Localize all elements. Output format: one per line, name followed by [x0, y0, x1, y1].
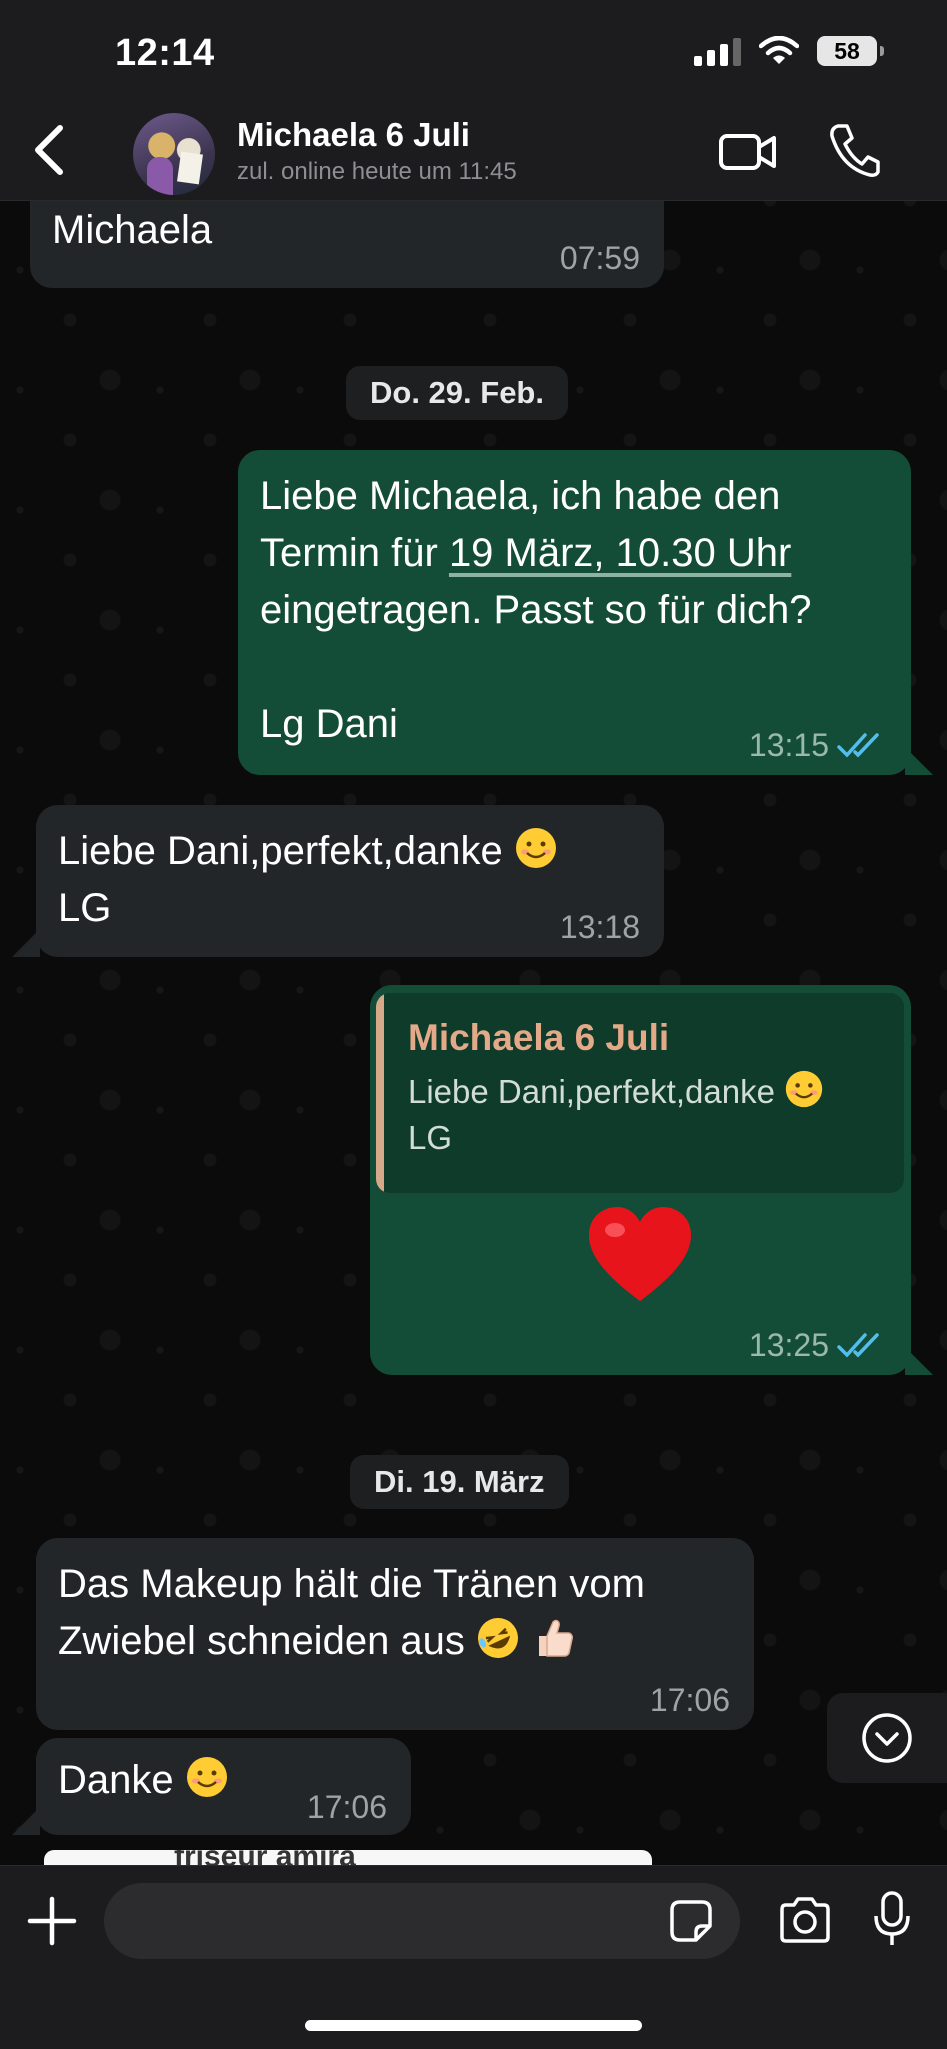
- thumbs-up-emoji-icon: [539, 1619, 574, 1657]
- message-incoming[interactable]: Das Makeup hält die Tränen vom Zwiebel s…: [36, 1538, 754, 1730]
- quoted-message[interactable]: Michaela 6 Juli Liebe Dani,perfekt,danke…: [376, 993, 904, 1193]
- smiling-face-emoji-icon: [515, 828, 556, 868]
- cellular-signal-icon: [694, 36, 741, 66]
- message-input[interactable]: [104, 1883, 740, 1959]
- message-text-line: LG: [58, 886, 112, 930]
- chat-header: 12:14 58 Michaela 6 Juli zul. online heu…: [0, 0, 947, 201]
- message-incoming[interactable]: Danke 17:06: [36, 1738, 411, 1835]
- message-text-line: Liebe Dani,perfekt,danke: [58, 829, 503, 873]
- home-indicator[interactable]: [305, 2020, 642, 2031]
- message-time: 07:59: [559, 240, 640, 276]
- message-outgoing[interactable]: Liebe Michaela, ich habe den Termin für …: [238, 450, 911, 775]
- message-text: Danke: [58, 1758, 174, 1802]
- message-text-line: Zwiebel schneiden aus: [58, 1619, 465, 1663]
- wifi-icon: [759, 36, 799, 64]
- date-separator: Di. 19. März: [350, 1455, 569, 1509]
- quote-accent-bar: [376, 993, 384, 1193]
- message-text-line: Termin für: [260, 531, 449, 575]
- status-bar-time: 12:14: [115, 32, 215, 74]
- battery-level: 58: [834, 37, 860, 64]
- video-call-icon[interactable]: [718, 128, 778, 176]
- scroll-down-icon: [862, 1713, 912, 1763]
- phone-icon[interactable]: [828, 122, 880, 178]
- date-link[interactable]: 19 März, 10.30 Uhr: [449, 531, 791, 575]
- microphone-icon[interactable]: [872, 1890, 912, 1948]
- battery-indicator: 58: [817, 36, 884, 66]
- message-text-line: eingetragen. Passt so für dich?: [260, 588, 812, 632]
- back-icon[interactable]: [22, 118, 82, 182]
- avatar-figure: [147, 157, 173, 195]
- quoted-sender: Michaela 6 Juli: [408, 1017, 670, 1058]
- message-text-line: Das Makeup hält die Tränen vom: [58, 1562, 645, 1606]
- contact-name[interactable]: Michaela 6 Juli: [237, 116, 470, 154]
- camera-icon[interactable]: [778, 1895, 832, 1945]
- avatar-paper: [177, 151, 203, 185]
- smiling-face-emoji-icon: [186, 1757, 227, 1797]
- avatar[interactable]: [133, 113, 215, 195]
- quoted-text-line: LG: [408, 1119, 453, 1156]
- read-ticks-icon: [837, 1333, 879, 1358]
- quoted-text-line: Liebe Dani,perfekt,danke: [408, 1073, 775, 1110]
- message-time: 17:06: [649, 1682, 730, 1718]
- status-bar-icons: 58: [694, 36, 884, 66]
- scroll-to-bottom-button[interactable]: [827, 1693, 947, 1783]
- plus-icon[interactable]: [26, 1895, 78, 1947]
- smiling-face-emoji-icon: [785, 1070, 823, 1108]
- read-ticks-icon: [837, 733, 879, 758]
- contact-last-seen: zul. online heute um 11:45: [237, 158, 517, 185]
- rolling-laughing-emoji-icon: [478, 1618, 519, 1658]
- date-separator: Do. 29. Feb.: [346, 366, 568, 420]
- message-incoming[interactable]: Liebe Dani,perfekt,danke LG 13:18: [36, 805, 664, 957]
- message-text-line: Liebe Michaela, ich habe den: [260, 474, 781, 518]
- message-time: 13:25: [748, 1327, 829, 1363]
- message-time: 13:18: [559, 909, 640, 945]
- sticker-icon[interactable]: [668, 1898, 714, 1944]
- heart-emoji-icon: [589, 1207, 691, 1301]
- message-text: Michaela: [52, 208, 213, 252]
- message-time: 13:15: [748, 727, 829, 763]
- message-time: 17:06: [306, 1789, 387, 1825]
